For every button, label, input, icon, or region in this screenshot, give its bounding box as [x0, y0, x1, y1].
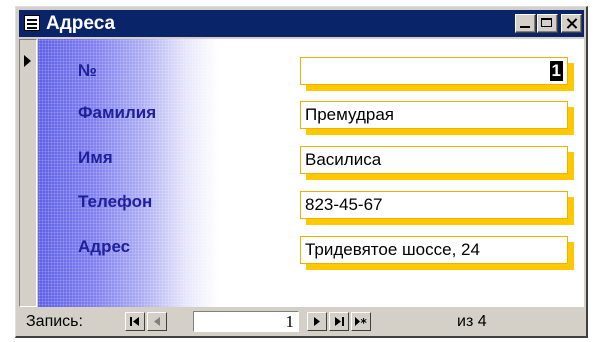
title-bar[interactable]: Адреса [19, 10, 584, 37]
label-gradient-panel [38, 39, 218, 307]
record-number-input[interactable]: 1 [193, 311, 299, 332]
last-record-button[interactable] [329, 312, 349, 331]
new-record-icon: * [355, 316, 368, 328]
label-phone: Телефон [78, 192, 153, 211]
prev-record-icon [154, 317, 160, 326]
first-record-button[interactable] [125, 312, 145, 331]
svg-text:*: * [361, 316, 368, 328]
form-window: Адреса № 1 Фамилия Премудрая Имя Василис… [15, 6, 588, 338]
form-icon[interactable] [24, 15, 40, 31]
close-button[interactable] [561, 14, 582, 33]
first-record-icon [130, 317, 139, 326]
record-label: Запись: [26, 313, 83, 330]
field-name[interactable]: Василиса [300, 146, 568, 174]
new-record-button[interactable]: * [351, 312, 371, 331]
record-count-label: из 4 [457, 313, 487, 330]
label-number: № [78, 61, 97, 80]
maximize-button[interactable] [537, 14, 558, 33]
label-address: Адрес [78, 237, 131, 256]
window-title: Адреса [46, 13, 116, 34]
field-number-value: 1 [549, 61, 563, 81]
field-address[interactable]: Тридевятое шоссе, 24 [300, 236, 568, 264]
next-record-icon [314, 317, 320, 326]
form-body: № 1 Фамилия Премудрая Имя Василиса Телеф… [38, 39, 584, 307]
prev-record-button[interactable] [147, 312, 167, 331]
label-surname: Фамилия [78, 103, 157, 122]
last-record-icon [335, 317, 344, 326]
label-name: Имя [78, 148, 113, 167]
minimize-button[interactable] [515, 14, 536, 33]
current-record-arrow-icon [24, 55, 31, 67]
field-phone[interactable]: 823-45-67 [300, 191, 568, 219]
record-selector[interactable] [19, 39, 37, 307]
field-surname[interactable]: Премудрая [300, 101, 568, 129]
next-record-button[interactable] [307, 312, 327, 331]
record-navigation-bar: Запись: 1 * из 4 [19, 309, 584, 335]
field-number[interactable]: 1 [300, 57, 568, 85]
